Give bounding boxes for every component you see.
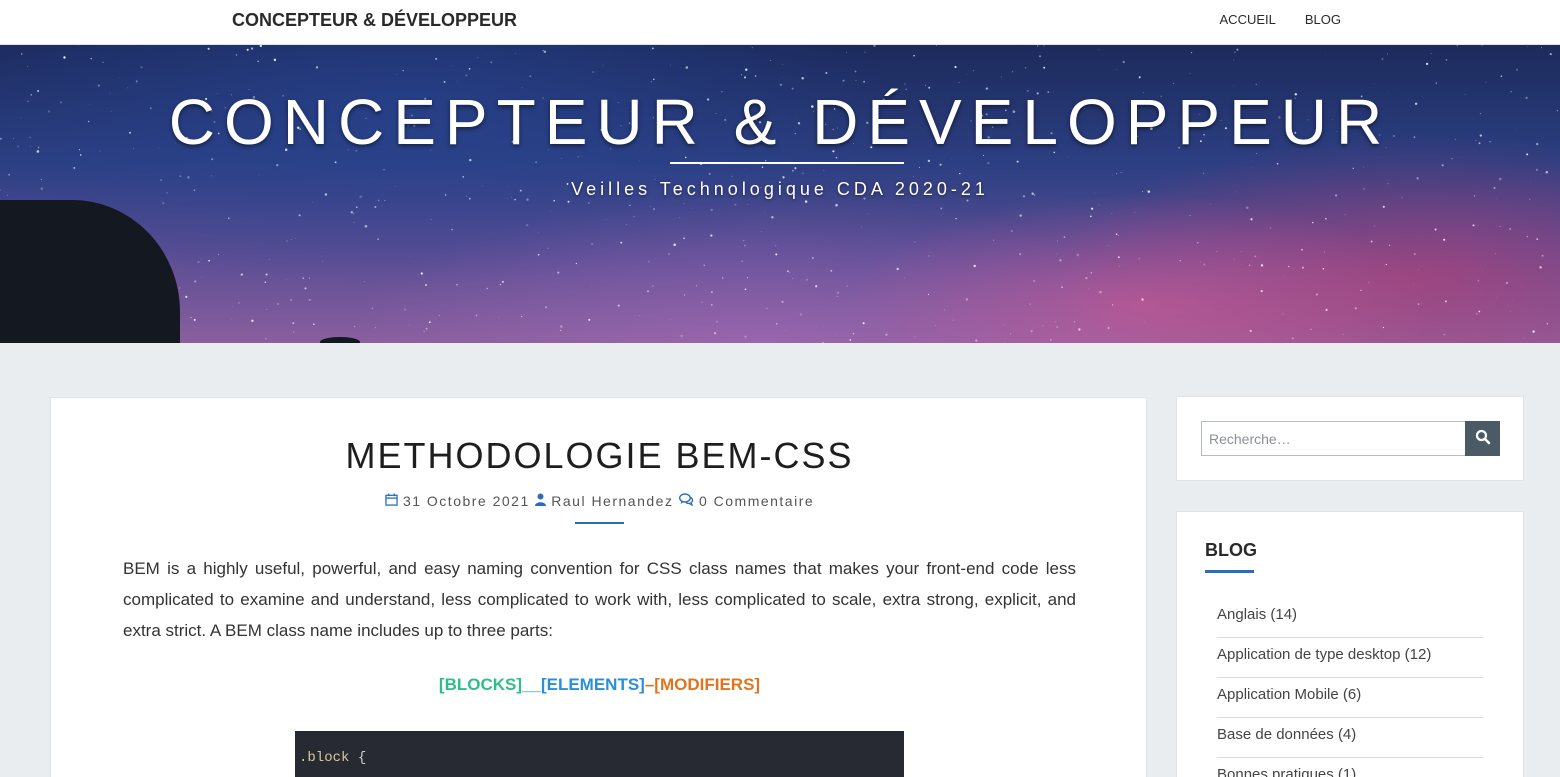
category-item: Anglais (14) (1217, 598, 1483, 638)
post-title[interactable]: METHODOLOGIE BEM-CSS (51, 435, 1148, 477)
main-nav: ACCUEIL BLOG (1220, 12, 1341, 27)
post-author-link[interactable]: Raul Hernandez (551, 493, 673, 509)
category-link-anglais[interactable]: Anglais (1217, 606, 1266, 623)
bem-blocks-label: [BLOCKS] (438, 675, 523, 694)
bem-separator-modifiers: – (644, 675, 655, 694)
category-list: Anglais (14) Application de type desktop… (1217, 598, 1483, 777)
post-comments-link[interactable]: 0 Commentaire (699, 493, 814, 509)
category-item: Application de type desktop (12) (1217, 638, 1483, 678)
hero-banner: CONCEPTEUR & DÉVELOPPEUR Veilles Technol… (0, 45, 1560, 343)
search-widget (1176, 396, 1524, 481)
post-date-link[interactable]: 31 Octobre 2021 (403, 493, 530, 509)
comments-icon (678, 493, 699, 509)
category-item: Base de données (4) (1217, 718, 1483, 758)
blog-categories-widget: BLOG Anglais (14) Application de type de… (1176, 511, 1524, 777)
blog-widget-title: BLOG (1205, 540, 1257, 560)
bem-modifiers-label: [MODIFIERS] (654, 675, 761, 694)
hero-title: CONCEPTEUR & DÉVELOPPEUR (168, 86, 1392, 158)
nav-item-accueil[interactable]: ACCUEIL (1220, 12, 1276, 27)
category-count: (6) (1342, 686, 1362, 703)
code-selector: .block (299, 750, 350, 766)
category-count: (1) (1337, 766, 1357, 777)
meta-divider (575, 522, 624, 524)
category-item: Application Mobile (6) (1217, 678, 1483, 718)
search-input[interactable] (1201, 421, 1465, 456)
site-title-link[interactable]: CONCEPTEUR & DÉVELOPPEUR (232, 10, 517, 31)
search-icon (1475, 429, 1491, 448)
top-navbar: CONCEPTEUR & DÉVELOPPEUR ACCUEIL BLOG (0, 0, 1560, 45)
nav-item-blog[interactable]: BLOG (1305, 12, 1341, 27)
category-link-base-de-donnees[interactable]: Base de données (1217, 726, 1334, 743)
category-count: (14) (1270, 606, 1298, 623)
search-button[interactable] (1465, 421, 1500, 456)
article-card: METHODOLOGIE BEM-CSS 31 Octobre 2021 Rau… (50, 397, 1147, 777)
post-body-paragraph: BEM is a highly useful, powerful, and ea… (123, 559, 1076, 640)
user-icon (535, 493, 551, 509)
bem-syntax-line: [BLOCKS]__[ELEMENTS]–[MODIFIERS] (51, 675, 1148, 695)
category-link-desktop[interactable]: Application de type desktop (1217, 646, 1400, 663)
code-line: .block { (299, 750, 366, 766)
hero-subtitle: Veilles Technologique CDA 2020-21 (571, 179, 989, 199)
hero-title-underline (670, 162, 904, 164)
code-brace: { (357, 750, 367, 766)
code-block: .block { (295, 731, 904, 777)
category-item: Bonnes pratiques (1) (1217, 758, 1483, 777)
category-link-mobile[interactable]: Application Mobile (1217, 686, 1339, 703)
category-link-bonnes-pratiques[interactable]: Bonnes pratiques (1217, 766, 1334, 777)
blog-title-underline (1205, 570, 1254, 573)
bem-elements-label: [ELEMENTS] (540, 675, 645, 694)
post-meta: 31 Octobre 2021 Raul Hernandez 0 Comment… (51, 493, 1148, 509)
bem-separator-elements: __ (522, 675, 541, 694)
category-count: (12) (1404, 646, 1432, 663)
category-count: (4) (1337, 726, 1357, 743)
rock-silhouette-small (320, 337, 360, 343)
calendar-icon (385, 493, 403, 509)
